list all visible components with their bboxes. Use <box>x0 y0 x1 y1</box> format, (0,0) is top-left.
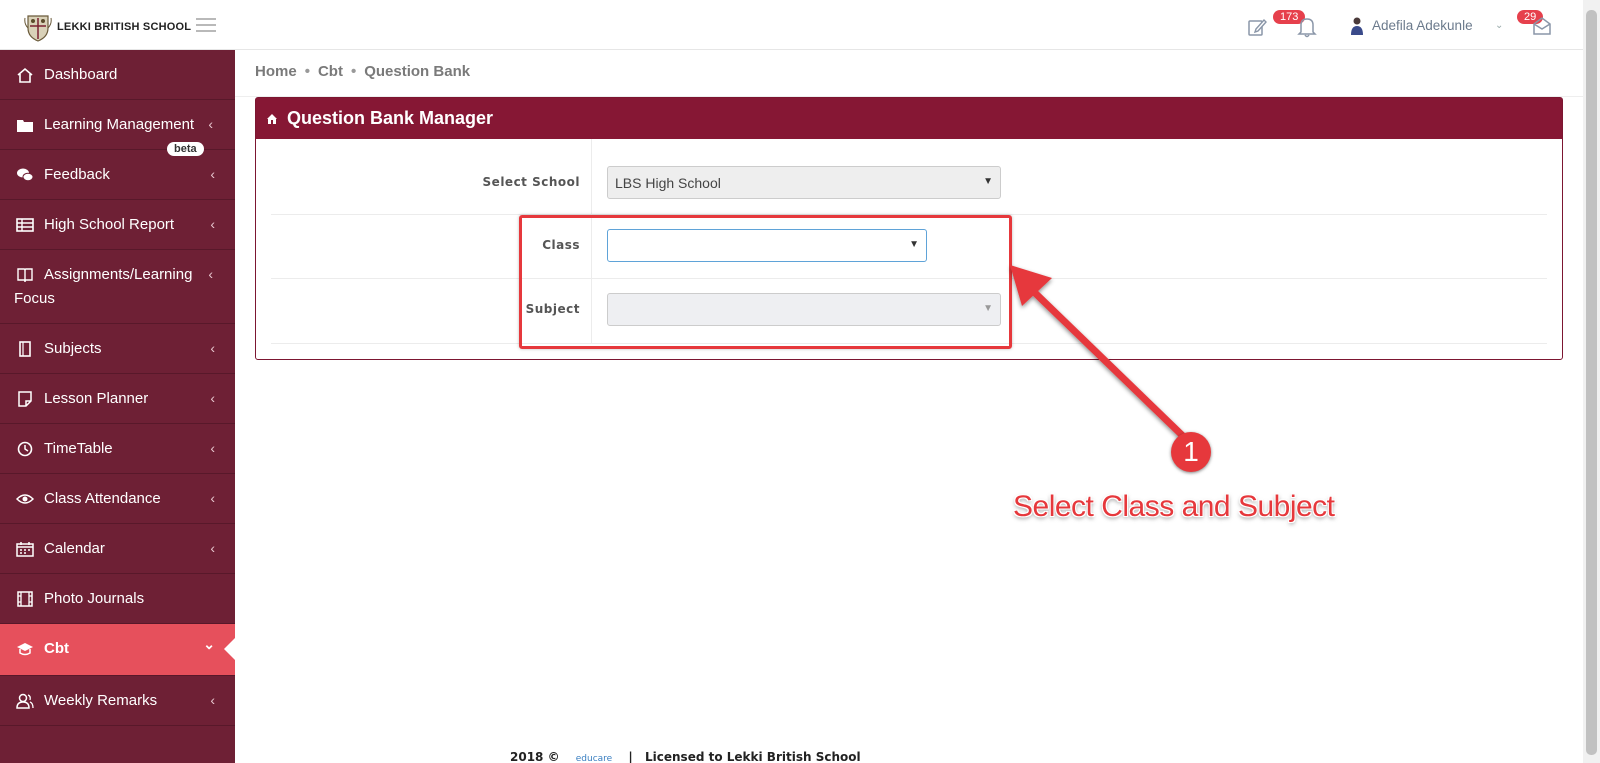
sidebar-item-label: Feedback <box>44 166 110 183</box>
edit-icon[interactable] <box>1247 17 1267 37</box>
scrollbar[interactable] <box>1583 0 1600 763</box>
sidebar-item-label: Dashboard <box>44 66 118 83</box>
school-select-value: LBS High School <box>615 175 721 191</box>
sidebar-item-high-school-report[interactable]: High School Report ‹ <box>0 200 235 250</box>
sidebar-item-feedback[interactable]: beta Feedback ‹ <box>0 142 235 200</box>
sidebar-item-dashboard[interactable]: Dashboard <box>0 50 235 100</box>
annotation-arrow <box>1010 265 1189 442</box>
school-crest-icon <box>24 15 52 42</box>
sidebar-item-label: TimeTable <box>44 440 113 457</box>
film-icon <box>17 591 33 607</box>
annotation-highlight-box <box>519 215 1012 349</box>
breadcrumb-current: Question Bank <box>364 63 471 80</box>
sidebar-item-label: Weekly Remarks <box>44 692 158 709</box>
breadcrumb-cbt[interactable]: Cbt <box>318 63 343 80</box>
sidebar: Dashboard Learning Management ‹ beta Fee… <box>0 50 235 763</box>
panel-title: Question Bank Manager <box>287 108 494 128</box>
brand-name: LEKKI BRITISH SCHOOL <box>57 21 192 33</box>
comments-icon <box>17 168 34 182</box>
chevron-left-icon: ‹ <box>210 390 215 406</box>
chevron-left-icon: ‹ <box>210 440 215 456</box>
select-school-label: Select School <box>482 175 580 189</box>
user-avatar-icon[interactable] <box>1350 16 1364 36</box>
users-icon <box>16 693 34 709</box>
calendar-icon <box>16 542 34 557</box>
sidebar-item-photo-journals[interactable]: Photo Journals <box>0 574 235 624</box>
panel-header: Question Bank Manager <box>256 98 1562 139</box>
sidebar-item-label: Subjects <box>44 340 102 357</box>
sidebar-item-subjects[interactable]: Subjects ‹ <box>0 324 235 374</box>
chevron-left-icon: ‹ <box>210 216 215 232</box>
sidebar-item-label: Learning Management <box>44 116 195 133</box>
sidebar-item-lesson-planner[interactable]: Lesson Planner ‹ <box>0 374 235 424</box>
notebook-icon <box>19 341 31 357</box>
annotation-caption: Select Class and Subject <box>1013 490 1335 523</box>
chevron-left-icon: ‹ <box>208 266 213 282</box>
sidebar-item-assignments[interactable]: Assignments/Learning Focus ‹ <box>0 250 235 324</box>
form-row-school: Select School LBS High School ▼ <box>271 139 1547 215</box>
eye-icon <box>16 494 34 504</box>
annotation-step-number: 1 <box>1171 432 1211 472</box>
home-icon <box>17 67 33 83</box>
sidebar-item-label: Cbt <box>44 640 69 657</box>
chevron-left-icon: ‹ <box>208 116 213 132</box>
scrollbar-thumb[interactable] <box>1586 10 1597 755</box>
chevron-left-icon: ‹ <box>210 540 215 556</box>
sidebar-item-label: High School Report <box>44 216 175 233</box>
user-name[interactable]: Adefila Adekunle <box>1372 18 1473 33</box>
chevron-left-icon: ‹ <box>210 340 215 356</box>
breadcrumb-separator: • <box>304 63 310 80</box>
top-bar: LEKKI BRITISH SCHOOL 173 Adefila Adekunl… <box>0 0 1583 50</box>
school-select[interactable]: LBS High School ▼ <box>607 166 1001 199</box>
breadcrumb-home[interactable]: Home <box>255 63 297 80</box>
caret-down-icon: ▼ <box>983 176 993 187</box>
clock-icon <box>17 441 33 457</box>
chevron-left-icon: ‹ <box>210 692 215 708</box>
sidebar-item-label: Calendar <box>44 540 105 557</box>
sidebar-item-label: Lesson Planner <box>44 390 149 407</box>
brand-logo[interactable]: LEKKI BRITISH SCHOOL <box>24 12 191 42</box>
sidebar-item-timetable[interactable]: TimeTable ‹ <box>0 424 235 474</box>
sidebar-item-label: Assignments/Learning Focus <box>14 266 193 307</box>
footer: 2018 © educare | Licensed to Lekki Briti… <box>510 750 861 763</box>
home-icon <box>267 114 277 124</box>
sidebar-item-class-attendance[interactable]: Class Attendance ‹ <box>0 474 235 524</box>
sticky-note-icon <box>18 391 32 407</box>
bell-icon[interactable] <box>1297 16 1317 38</box>
footer-year: 2018 © <box>510 750 560 763</box>
breadcrumb: Home • Cbt • Question Bank <box>255 63 470 80</box>
mail-icon[interactable] <box>1532 16 1552 36</box>
hamburger-icon[interactable] <box>196 18 216 32</box>
sidebar-item-cbt[interactable]: Cbt ⌄ <box>0 624 235 676</box>
footer-separator: | <box>628 750 633 763</box>
chevron-down-icon[interactable]: ⌄ <box>1495 20 1503 31</box>
table-icon <box>16 218 34 232</box>
sidebar-item-label: Photo Journals <box>44 590 145 607</box>
folder-icon <box>17 120 33 132</box>
breadcrumb-separator: • <box>350 63 357 80</box>
graduation-cap-icon <box>17 643 33 656</box>
chevron-down-icon: ⌄ <box>203 636 215 652</box>
sidebar-item-calendar[interactable]: Calendar ‹ <box>0 524 235 574</box>
chevron-left-icon: ‹ <box>210 166 215 182</box>
educare-logo[interactable]: educare <box>576 754 612 763</box>
footer-license: Licensed to Lekki British School <box>645 750 861 763</box>
beta-badge: beta <box>167 142 204 156</box>
sidebar-item-label: Class Attendance <box>44 490 161 507</box>
sidebar-item-weekly-remarks[interactable]: Weekly Remarks ‹ <box>0 676 235 726</box>
active-indicator <box>224 638 235 660</box>
chevron-left-icon: ‹ <box>210 490 215 506</box>
